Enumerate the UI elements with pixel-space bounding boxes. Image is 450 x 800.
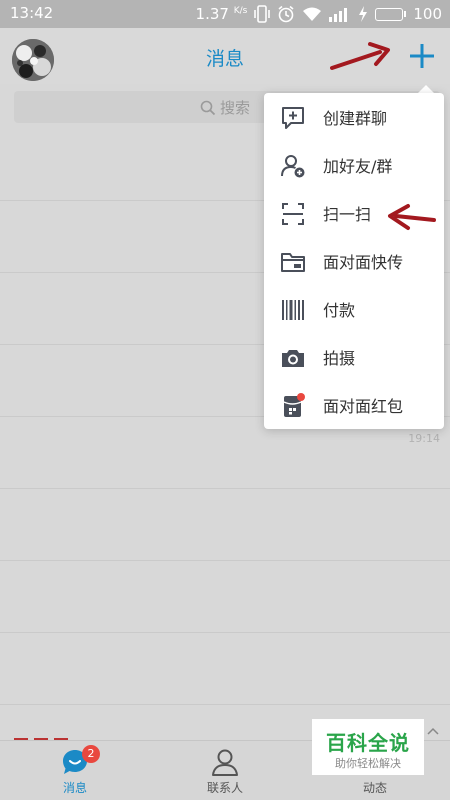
menu-item-add-friend[interactable]: 加好友/群 — [264, 141, 444, 189]
charging-icon — [359, 6, 368, 22]
annotation-arrow-icon — [330, 42, 390, 70]
status-bar: 13:42 1.37 K/s 100 — [0, 0, 450, 28]
list-divider — [0, 632, 450, 633]
folder-transfer-icon — [281, 253, 305, 272]
search-icon — [200, 100, 216, 115]
menu-item-shoot[interactable]: 拍摄 — [264, 333, 444, 381]
status-time: 13:42 — [10, 4, 54, 22]
list-divider — [0, 560, 450, 561]
menu-item-label: 拍摄 — [323, 349, 356, 368]
menu-item-label: 面对面快传 — [323, 253, 404, 272]
red-packet-icon — [283, 393, 305, 417]
tab-messages[interactable]: 2 消息 — [0, 741, 150, 800]
contacts-person-icon — [212, 749, 238, 776]
network-speed: 1.37 K/s — [195, 5, 248, 23]
scan-icon — [282, 203, 304, 225]
menu-item-label: 创建群聊 — [323, 109, 388, 128]
unread-badge: 2 — [82, 745, 100, 763]
camera-icon — [282, 350, 304, 367]
vibrate-icon — [254, 5, 271, 23]
watermark-subtitle: 助你轻松解决 — [335, 757, 401, 770]
list-divider — [0, 704, 450, 705]
tab-label: 消息 — [62, 781, 87, 795]
create-group-chat-icon — [282, 107, 304, 129]
menu-item-label: 付款 — [323, 301, 356, 320]
menu-item-label: 扫一扫 — [323, 205, 372, 224]
add-popup-menu: 创建群聊 加好友/群 扫一扫 面对面快传 付款 拍摄 面对面红包 — [264, 93, 444, 429]
list-divider — [0, 488, 450, 489]
watermark-title: 百科全说 — [326, 731, 410, 755]
wifi-icon — [303, 7, 322, 21]
menu-item-label: 面对面红包 — [323, 397, 404, 416]
signal-icon — [329, 8, 348, 22]
plus-icon — [410, 44, 434, 68]
chevron-up-icon — [427, 727, 439, 735]
battery-level: 100 — [413, 5, 442, 23]
status-icons: 1.37 K/s 100 — [196, 3, 442, 25]
tab-label: 动态 — [362, 781, 387, 795]
conversation-time: 19:14 — [408, 432, 440, 445]
menu-item-pay[interactable]: 付款 — [264, 285, 444, 333]
alarm-icon — [278, 5, 294, 23]
battery-icon — [375, 7, 407, 21]
add-friend-icon — [281, 155, 305, 178]
barcode-icon — [282, 300, 304, 320]
watermark-logo: 百科全说 助你轻松解决 — [312, 719, 424, 775]
menu-item-face-transfer[interactable]: 面对面快传 — [264, 237, 444, 285]
tab-label: 联系人 — [206, 781, 243, 795]
tab-contacts[interactable]: 联系人 — [150, 741, 300, 800]
menu-item-red-packet[interactable]: 面对面红包 — [264, 381, 444, 429]
search-placeholder: 搜索 — [220, 99, 251, 117]
add-button[interactable] — [402, 36, 442, 76]
menu-item-label: 加好友/群 — [323, 157, 393, 176]
menu-item-create-group[interactable]: 创建群聊 — [264, 93, 444, 141]
annotation-arrow-icon — [388, 204, 436, 230]
